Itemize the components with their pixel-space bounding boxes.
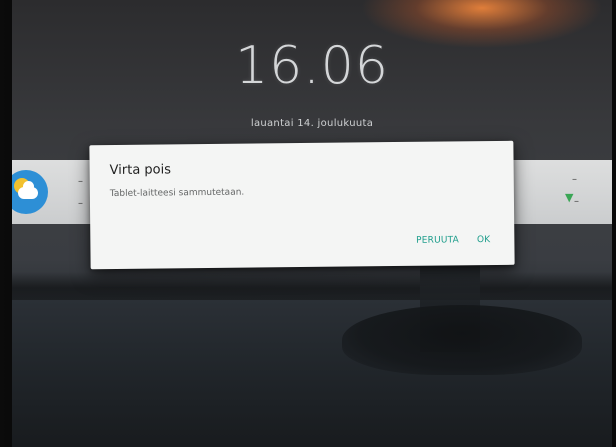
partly-cloudy-icon (12, 170, 48, 214)
widget-dash-left-top: – (78, 176, 83, 187)
cancel-button[interactable]: PERUUTA (416, 235, 459, 245)
wallpaper-rock (342, 305, 582, 375)
dialog-title: Virta pois (109, 162, 172, 179)
ok-button[interactable]: OK (477, 235, 490, 245)
cloud-icon (18, 181, 38, 199)
power-off-dialog: Virta pois Tablet-laitteesi sammutetaan.… (89, 140, 515, 270)
widget-dash-right-bottom: – (574, 196, 579, 207)
dialog-message: Tablet-laitteesi sammutetaan. (109, 187, 245, 200)
lockscreen-clock: 16.06 (235, 36, 389, 96)
widget-dash-left-bottom: – (78, 198, 83, 209)
dialog-actions: PERUUTA OK (416, 235, 490, 246)
map-pin-icon: ▼ (565, 191, 574, 204)
device-frame: 16.06 lauantai 14. joulukuuta – – – – ▼ … (0, 0, 616, 447)
lockscreen-date: lauantai 14. joulukuuta (250, 118, 374, 129)
widget-dash-right-top: – (572, 174, 577, 185)
